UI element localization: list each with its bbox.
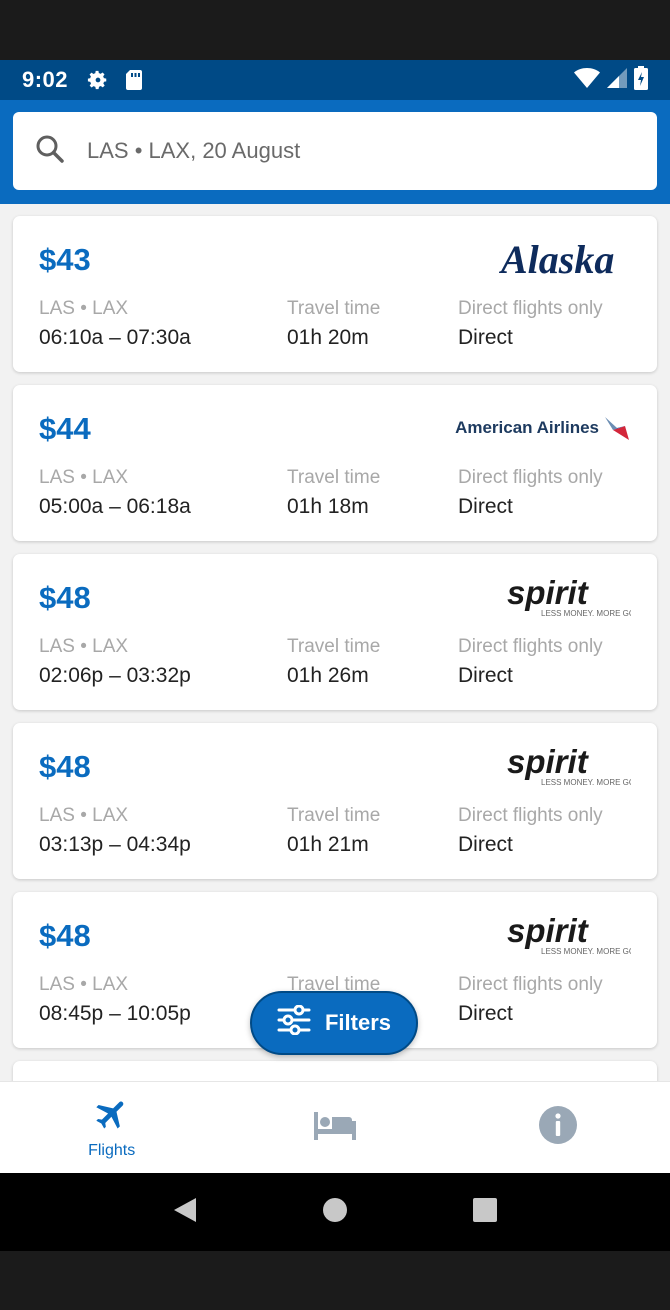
direct-value: Direct <box>458 833 513 856</box>
top-bezel <box>0 0 670 60</box>
alaska-logo: Alaska <box>441 234 631 284</box>
travel-time-label: Travel time <box>287 467 381 488</box>
flight-price: $48 <box>39 580 91 615</box>
flight-times: 08:45p – 10:05p <box>39 1002 191 1025</box>
direct-value: Direct <box>458 495 513 518</box>
direct-label: Direct flights only <box>458 974 603 995</box>
travel-time-label: Travel time <box>287 298 381 319</box>
info-icon <box>538 1105 578 1150</box>
direct-value: Direct <box>458 664 513 687</box>
search-header: LAS • LAX, 20 August <box>0 100 670 204</box>
battery-icon <box>634 65 648 95</box>
route-label: LAS • LAX <box>39 805 129 826</box>
spirit-logo: spirit LESS MONEY. MORE GO. <box>441 741 631 791</box>
wifi-icon <box>574 67 600 94</box>
home-icon[interactable] <box>322 1197 348 1228</box>
filter-sliders-icon <box>277 1004 311 1041</box>
travel-time-value: 01h 21m <box>287 833 369 856</box>
airplane-icon <box>93 1095 131 1138</box>
spirit-logo-text: spirit <box>507 912 590 949</box>
flight-price: $44 <box>39 411 91 446</box>
sd-card-icon <box>122 68 146 92</box>
system-navigation-bar <box>0 1173 670 1251</box>
bottom-bezel <box>0 1251 670 1310</box>
back-icon[interactable] <box>172 1196 198 1229</box>
route-label: LAS • LAX <box>39 636 129 657</box>
nav-hotels[interactable] <box>223 1082 446 1173</box>
direct-value: Direct <box>458 1002 513 1025</box>
spirit-logo: spirit LESS MONEY. MORE GO. <box>441 572 631 622</box>
bed-icon <box>313 1109 357 1146</box>
travel-time-value: 01h 20m <box>287 326 369 349</box>
status-bar: 9:02 <box>0 60 670 100</box>
alaska-logo-text: Alaska <box>499 237 614 281</box>
flight-card[interactable]: $48 spirit LESS MONEY. MORE GO. LAS • LA… <box>13 554 657 710</box>
travel-time-label: Travel time <box>287 805 381 826</box>
american-airlines-logo: American Airlines <box>441 403 631 453</box>
spirit-tagline: LESS MONEY. MORE GO. <box>541 947 631 956</box>
american-airlines-flight-symbol-icon <box>605 417 629 440</box>
filters-button[interactable]: Filters <box>250 991 418 1055</box>
bottom-navigation: Flights <box>0 1081 670 1173</box>
flight-times: 02:06p – 03:32p <box>39 664 191 687</box>
spirit-tagline: LESS MONEY. MORE GO. <box>541 609 631 618</box>
flight-card[interactable]: $43 Alaska LAS • LAX 06:10a – 07:30a Tra… <box>13 216 657 372</box>
flight-times: 03:13p – 04:34p <box>39 833 191 856</box>
direct-label: Direct flights only <box>458 467 603 488</box>
filters-label: Filters <box>324 1010 392 1035</box>
direct-label: Direct flights only <box>458 636 603 657</box>
flight-card[interactable] <box>13 1061 657 1081</box>
flight-price: $43 <box>39 242 91 277</box>
search-icon <box>35 134 65 169</box>
flight-card[interactable]: $44 American Airlines LAS • LAX 05:00a –… <box>13 385 657 541</box>
travel-time-value: 01h 18m <box>287 495 369 518</box>
nav-info[interactable] <box>447 1082 670 1173</box>
nav-flights[interactable]: Flights <box>0 1082 223 1173</box>
flight-times: 06:10a – 07:30a <box>39 326 191 349</box>
american-airlines-logo-text: American Airlines <box>455 418 599 437</box>
spirit-logo-text: spirit <box>507 574 590 611</box>
flight-price: $48 <box>39 918 91 953</box>
travel-time-value: 01h 26m <box>287 664 369 687</box>
search-bar[interactable]: LAS • LAX, 20 August <box>13 112 657 190</box>
status-time: 9:02 <box>22 67 69 92</box>
nav-flights-label: Flights <box>88 1142 136 1159</box>
flight-list[interactable]: $43 Alaska LAS • LAX 06:10a – 07:30a Tra… <box>0 204 670 1081</box>
flight-price: $48 <box>39 749 91 784</box>
route-label: LAS • LAX <box>39 298 129 319</box>
route-label: LAS • LAX <box>39 467 129 488</box>
spirit-logo: spirit LESS MONEY. MORE GO. <box>441 910 631 960</box>
direct-label: Direct flights only <box>458 298 603 319</box>
travel-time-label: Travel time <box>287 636 381 657</box>
spirit-tagline: LESS MONEY. MORE GO. <box>541 778 631 787</box>
flight-times: 05:00a – 06:18a <box>39 495 191 518</box>
signal-icon <box>606 67 628 94</box>
recents-icon[interactable] <box>472 1197 498 1228</box>
settings-icon <box>86 68 110 92</box>
flight-card[interactable]: $48 spirit LESS MONEY. MORE GO. LAS • LA… <box>13 723 657 879</box>
direct-label: Direct flights only <box>458 805 603 826</box>
route-label: LAS • LAX <box>39 974 129 995</box>
direct-value: Direct <box>458 326 513 349</box>
search-query: LAS • LAX, 20 August <box>87 138 301 163</box>
spirit-logo-text: spirit <box>507 743 590 780</box>
